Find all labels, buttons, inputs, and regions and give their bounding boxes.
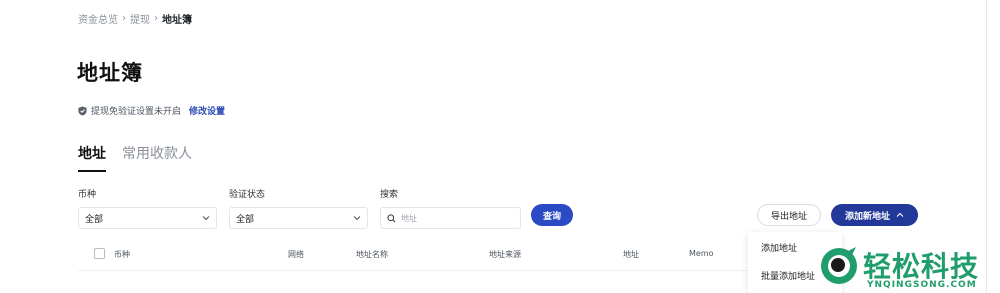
search-box	[380, 207, 521, 229]
add-address-button[interactable]: 添加新地址	[831, 204, 918, 226]
coin-select[interactable]: 全部	[78, 207, 217, 229]
export-address-button[interactable]: 导出地址	[757, 204, 821, 226]
verify-status-text: 提现免验证设置未开启	[91, 107, 182, 117]
column-network: 网络	[288, 250, 304, 259]
table-header: 币种 网络 地址名称 地址来源 地址 Memo	[78, 237, 748, 271]
select-all-checkbox[interactable]	[94, 248, 105, 259]
tab-payees[interactable]: 常用收款人	[122, 143, 192, 172]
shield-icon	[78, 106, 87, 115]
watermark-title: 轻松科技	[863, 250, 980, 283]
search-label: 搜索	[380, 190, 399, 200]
tab-address[interactable]: 地址	[78, 143, 106, 172]
page-edge-divider	[986, 0, 987, 293]
watermark-subtitle: YNQINGSONG.COM	[867, 280, 977, 290]
chevron-down-icon	[202, 216, 210, 221]
watermark: 轻松科技 YNQINGSONG.COM	[815, 242, 1000, 293]
status-filter: 验证状态 全部	[229, 187, 368, 229]
column-address: 地址	[623, 250, 639, 259]
breadcrumb-separator-icon: ›	[122, 13, 126, 24]
breadcrumb-separator-icon: ›	[154, 13, 158, 24]
column-address-name: 地址名称	[356, 250, 388, 259]
breadcrumb-current: 地址簿	[162, 15, 192, 26]
column-coin: 币种	[114, 250, 130, 259]
menu-item-add-address[interactable]: 添加地址	[761, 241, 797, 254]
search-filter: 搜索	[380, 187, 521, 229]
breadcrumb: 资金总览 › 提现 › 地址簿	[78, 11, 192, 26]
search-icon	[387, 213, 396, 222]
breadcrumb-item-funds[interactable]: 资金总览	[78, 11, 118, 26]
add-address-label: 添加新地址	[844, 211, 890, 222]
page-title: 地址簿	[77, 61, 143, 85]
column-address-source: 地址来源	[489, 250, 521, 259]
watermark-logo-icon	[821, 247, 857, 284]
query-button[interactable]: 查询	[531, 204, 573, 226]
column-memo: Memo	[689, 249, 714, 258]
coin-filter-label: 币种	[78, 190, 97, 200]
coin-filter: 币种 全部	[78, 187, 217, 229]
status-select-value: 全部	[236, 214, 255, 225]
search-input[interactable]	[401, 213, 511, 223]
chevron-down-icon	[353, 216, 361, 221]
tab-bar: 地址 常用收款人	[78, 143, 192, 172]
modify-settings-link[interactable]: 修改设置	[189, 104, 225, 117]
status-select[interactable]: 全部	[229, 207, 368, 229]
menu-item-batch-add-address[interactable]: 批量添加地址	[761, 269, 815, 282]
verify-status: 提现免验证设置未开启 修改设置	[78, 104, 225, 117]
chevron-up-icon	[896, 212, 904, 217]
status-filter-label: 验证状态	[229, 190, 266, 200]
coin-select-value: 全部	[85, 214, 104, 225]
breadcrumb-item-withdraw[interactable]: 提现	[130, 11, 150, 26]
